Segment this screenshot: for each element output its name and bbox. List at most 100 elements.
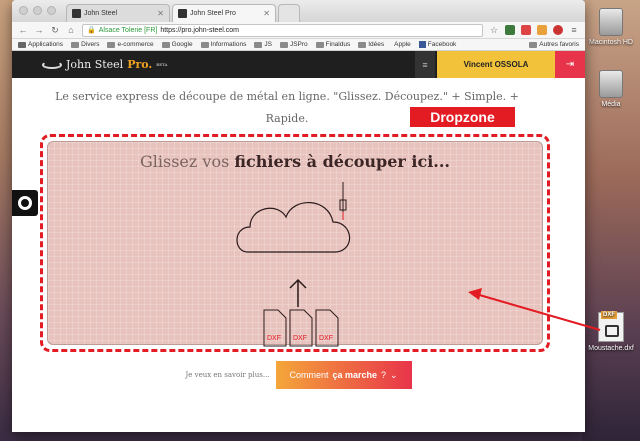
- hard-drive-icon: [599, 8, 623, 36]
- tab-label: John Steel: [84, 10, 118, 17]
- star-icon[interactable]: ☆: [489, 25, 499, 36]
- browser-titlebar: John Steel ✕ John Steel Pro ✕: [12, 0, 585, 22]
- site-header: John Steel Pro. BETA ≡ Vincent OSSOLA ⇥: [12, 51, 585, 78]
- extension-icon[interactable]: [521, 25, 531, 35]
- close-window-button[interactable]: [19, 6, 28, 15]
- folder-icon: [200, 41, 209, 48]
- desktop-sidebar: [582, 0, 640, 441]
- user-account-button[interactable]: Vincent OSSOLA: [437, 51, 555, 78]
- bookmark-facebook[interactable]: Facebook: [418, 41, 456, 48]
- bookmark-folder[interactable]: Idées: [358, 41, 384, 48]
- dxf-file-icon: DXF: [598, 311, 624, 342]
- bookmark-label: Google: [171, 41, 193, 48]
- menu-icon[interactable]: ≡: [569, 25, 579, 35]
- favicon-icon: [72, 9, 81, 18]
- folder-icon: [279, 41, 288, 48]
- bookmark-applications[interactable]: Applications: [18, 41, 63, 48]
- desktop-icon-dxf[interactable]: DXF Moustache.dxf: [586, 311, 636, 352]
- bookmark-label: Informations: [210, 41, 247, 48]
- desktop-icon-label: Macintosh HD: [589, 39, 633, 46]
- extension-icon[interactable]: [553, 25, 563, 35]
- chevron-down-icon: ⌄: [390, 369, 398, 380]
- desktop-icon-hd[interactable]: Macintosh HD: [586, 8, 636, 46]
- logo-text: John Steel: [66, 58, 124, 71]
- close-tab-icon[interactable]: ✕: [263, 9, 270, 18]
- url-text: https://pro.john-steel.com: [160, 26, 239, 34]
- window-controls: [19, 6, 56, 15]
- home-icon[interactable]: ⌂: [66, 25, 76, 35]
- dropzone-title-bold: fichiers à découper ici...: [234, 152, 450, 171]
- extension-icon[interactable]: [505, 25, 515, 35]
- hamburger-menu-button[interactable]: ≡: [415, 51, 435, 78]
- back-icon[interactable]: ←: [18, 25, 28, 35]
- bookmark-other[interactable]: Autres favoris: [529, 41, 579, 48]
- minimize-window-button[interactable]: [33, 6, 42, 15]
- help-widget-button[interactable]: [12, 190, 38, 216]
- close-tab-icon[interactable]: ✕: [157, 9, 164, 18]
- mustache-icon: [42, 60, 62, 69]
- dxf-files-group: DXF DXF DXF: [263, 309, 339, 347]
- dropzone[interactable]: Glissez vos fichiers à découper ici... D…: [40, 134, 550, 352]
- dropzone-title-plain: Glissez vos: [139, 152, 230, 171]
- browser-toolbar: ← → ↻ ⌂ 🔒 Alsace Tolerie [FR] https://pr…: [12, 22, 585, 39]
- bookmark-label: Finaldus: [325, 41, 351, 48]
- forward-icon[interactable]: →: [34, 25, 44, 35]
- file-label: DXF: [267, 335, 281, 342]
- folder-icon: [254, 41, 263, 48]
- bookmark-folder[interactable]: e-commerce: [107, 41, 154, 48]
- upload-arrow-icon: [289, 278, 307, 307]
- bookmark-folder[interactable]: Finaldus: [315, 41, 351, 48]
- bookmark-label: JSPro: [289, 41, 308, 48]
- address-bar[interactable]: 🔒 Alsace Tolerie [FR] https://pro.john-s…: [82, 23, 483, 37]
- bookmark-apple[interactable]: Apple: [392, 41, 411, 48]
- bookmark-label: Divers: [81, 41, 100, 48]
- desktop-icon-label: Moustache.dxf: [588, 345, 634, 352]
- folder-icon: [315, 41, 324, 48]
- bookmark-label: Idées: [368, 41, 385, 48]
- dropzone-title: Glissez vos fichiers à découper ici...: [48, 152, 542, 171]
- site-logo[interactable]: John Steel Pro. BETA: [42, 58, 167, 71]
- bookmarks-bar: Applications Divers e-commerce Google In…: [12, 39, 585, 51]
- folder-icon: [71, 41, 80, 48]
- dropzone-area[interactable]: Glissez vos fichiers à découper ici... D…: [47, 141, 543, 347]
- bookmark-folder[interactable]: Informations: [200, 41, 247, 48]
- logout-button[interactable]: ⇥: [555, 51, 585, 78]
- dropzone-annotation-label: Dropzone: [410, 107, 515, 127]
- upload-illustration: DXF DXF DXF: [236, 182, 351, 347]
- bookmark-label: e-commerce: [117, 41, 154, 48]
- logo-pro: Pro.: [127, 58, 153, 71]
- tab-john-steel-pro[interactable]: John Steel Pro ✕: [172, 4, 276, 22]
- how-button-bold: ça marche: [332, 370, 378, 380]
- learn-more-text: Je veux en savoir plus...: [185, 371, 270, 379]
- laser-cutter-icon: [339, 182, 347, 220]
- dxf-doc-icon: DXF: [263, 309, 287, 347]
- desktop-icon-media[interactable]: Média: [586, 70, 636, 108]
- how-button-suffix: ?: [381, 370, 387, 380]
- reload-icon[interactable]: ↻: [50, 25, 60, 36]
- ev-certificate-label: Alsace Tolerie [FR]: [98, 26, 158, 34]
- bookmark-folder[interactable]: Divers: [71, 41, 99, 48]
- lock-icon: 🔒: [87, 27, 96, 34]
- folder-icon: [107, 41, 116, 48]
- bookmark-folder[interactable]: JSPro: [279, 41, 308, 48]
- zoom-window-button[interactable]: [47, 6, 56, 15]
- folder-icon: [161, 41, 170, 48]
- new-tab-button[interactable]: [278, 4, 300, 22]
- dxf-doc-icon: DXF: [315, 309, 339, 347]
- dxf-file-graphic: [605, 325, 619, 337]
- dxf-doc-icon: DXF: [289, 309, 313, 347]
- how-it-works-button[interactable]: Comment ça marche ? ⌄: [275, 361, 412, 389]
- browser-window: John Steel ✕ John Steel Pro ✕ ← → ↻ ⌂ 🔒 …: [12, 0, 585, 432]
- tab-strip: John Steel ✕ John Steel Pro ✕: [66, 4, 300, 22]
- drive-icon: [599, 70, 623, 98]
- tab-john-steel[interactable]: John Steel ✕: [66, 4, 170, 22]
- footer-cta: Je veux en savoir plus... Comment ça mar…: [12, 361, 585, 389]
- bookmark-folder[interactable]: Google: [161, 41, 193, 48]
- favicon-icon: [178, 9, 187, 18]
- bookmark-label: Autres favoris: [539, 41, 579, 48]
- bookmark-label: Apple: [394, 41, 411, 48]
- extension-icon[interactable]: [537, 25, 547, 35]
- folder-icon: [529, 41, 538, 48]
- bookmark-folder[interactable]: JS: [254, 41, 272, 48]
- cloud-icon: [236, 202, 351, 253]
